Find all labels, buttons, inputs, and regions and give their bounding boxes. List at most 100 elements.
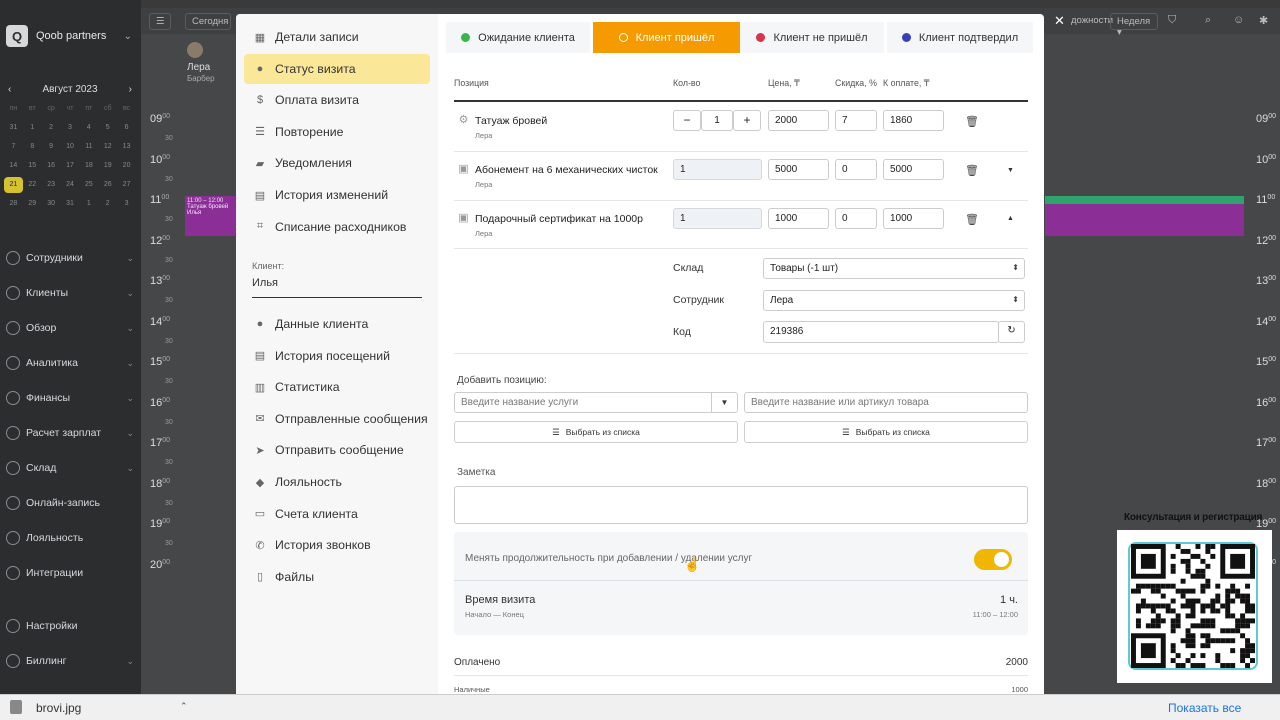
sidebar-item[interactable]: Интеграции <box>6 563 134 583</box>
calendar-day[interactable]: 15 <box>23 158 42 174</box>
sidebar-item[interactable]: Клиенты ⌄ <box>6 283 134 303</box>
status-tab[interactable]: Клиент пришёл <box>593 22 740 53</box>
modal-nav-item[interactable]: ◆ Лояльность <box>244 467 430 497</box>
calendar-day[interactable]: 3 <box>61 120 80 136</box>
calendar-day[interactable]: 4 <box>79 120 98 136</box>
modal-nav-item[interactable]: ▤ История изменений <box>244 180 430 210</box>
discount-input[interactable]: 7 <box>835 110 877 131</box>
menu-icon[interactable]: ☰ <box>149 13 171 30</box>
calendar-day[interactable]: 23 <box>42 177 61 193</box>
event-bar-purple[interactable] <box>1045 204 1244 236</box>
sidebar-item[interactable]: Лояльность <box>6 528 134 548</box>
total-input[interactable]: 1000 <box>883 208 944 229</box>
total-input[interactable]: 5000 <box>883 159 944 180</box>
calendar-day[interactable]: 12 <box>98 139 117 155</box>
view-select[interactable]: Неделя ▾ <box>1110 13 1158 38</box>
show-all-downloads-link[interactable]: Показать все <box>1168 701 1241 715</box>
sidebar-item[interactable]: Настройки <box>6 616 134 636</box>
calendar-day[interactable]: 31 <box>4 120 23 136</box>
calendar-day[interactable]: 1 <box>79 196 98 212</box>
collapse-icon[interactable]: ▲ <box>1007 215 1014 222</box>
qty-input[interactable]: 1 <box>673 208 762 229</box>
calendar-day[interactable]: 17 <box>61 158 80 174</box>
service-search-input[interactable]: Введите название услуги ▼ <box>454 392 738 413</box>
product-search-input[interactable]: Введите название или артикул товара <box>744 392 1028 413</box>
today-button[interactable]: Сегодня <box>185 13 231 30</box>
discount-input[interactable]: 0 <box>835 208 877 229</box>
sidebar-item[interactable]: Биллинг ⌄ <box>6 651 134 671</box>
calendar-day[interactable]: 20 <box>117 158 136 174</box>
warehouse-select[interactable]: Товары (-1 шт) ⬍ <box>763 258 1025 279</box>
modal-nav-item[interactable]: ➤ Отправить сообщение <box>244 435 430 465</box>
calendar-day[interactable]: 8 <box>23 139 42 155</box>
sidebar-item[interactable]: Онлайн-запись <box>6 493 134 513</box>
calendar-day[interactable]: 22 <box>23 177 42 193</box>
qty-plus-button[interactable]: + <box>733 110 761 131</box>
employee-select[interactable]: Лера ⬍ <box>763 290 1025 311</box>
discount-input[interactable]: 0 <box>835 159 877 180</box>
sidebar-item[interactable]: Склад ⌄ <box>6 458 134 478</box>
modal-nav-item[interactable]: ✆ История звонков <box>244 530 430 560</box>
download-filename[interactable]: brovi.jpg <box>36 701 81 715</box>
modal-nav-item[interactable]: ▦ Детали записи <box>244 22 430 52</box>
modal-nav-item[interactable]: ▤ История посещений <box>244 341 430 371</box>
next-month-icon[interactable]: › <box>129 84 132 95</box>
modal-nav-item[interactable]: $ Оплата визита <box>244 85 430 115</box>
calendar-day[interactable]: 27 <box>117 177 136 193</box>
calendar-day[interactable]: 31 <box>61 196 80 212</box>
status-tab[interactable]: Клиент не пришёл <box>740 22 884 53</box>
sidebar-item[interactable]: Обзор ⌄ <box>6 318 134 338</box>
total-input[interactable]: 1860 <box>883 110 944 131</box>
qr-code[interactable] <box>1128 542 1258 670</box>
price-input[interactable]: 5000 <box>768 159 829 180</box>
qty-input[interactable]: 1 <box>701 110 733 131</box>
note-textarea[interactable] <box>454 486 1028 524</box>
calendar-day[interactable]: 28 <box>4 196 23 212</box>
chevron-up-icon[interactable]: ⌃ <box>180 701 188 712</box>
trash-icon[interactable]: 🗑 <box>965 115 979 128</box>
calendar-day[interactable]: 25 <box>79 177 98 193</box>
price-input[interactable]: 1000 <box>768 208 829 229</box>
expand-icon[interactable]: ▼ <box>1007 167 1014 174</box>
calendar-day[interactable]: 11 <box>79 139 98 155</box>
modal-nav-item[interactable]: ☰ Повторение <box>244 117 430 147</box>
dropdown-icon[interactable]: ▼ <box>711 393 737 412</box>
refresh-icon[interactable]: ↻ <box>998 321 1025 343</box>
calendar-day[interactable]: 7 <box>4 139 23 155</box>
price-input[interactable]: 2000 <box>768 110 829 131</box>
filter-icon[interactable]: ⛉ <box>1168 14 1176 27</box>
calendar-day[interactable]: 2 <box>98 196 117 212</box>
sidebar-item[interactable]: Сотрудники ⌄ <box>6 248 134 268</box>
modal-nav-item[interactable]: ● Статус визита <box>244 53 430 84</box>
qty-input[interactable]: 1 <box>673 159 762 180</box>
pick-product-button[interactable]: ☰ Выбрать из списка <box>744 421 1028 443</box>
brand-selector[interactable]: Q Qoob partners ⌄ <box>6 24 132 48</box>
calendar-day[interactable]: 30 <box>42 196 61 212</box>
calendar-day[interactable]: 3 <box>117 196 136 212</box>
calendar-day[interactable]: 10 <box>61 139 80 155</box>
calendar-day[interactable]: 6 <box>117 120 136 136</box>
sidebar-item[interactable]: Финансы ⌄ <box>6 388 134 408</box>
calendar-day[interactable]: 26 <box>98 177 117 193</box>
modal-nav-item[interactable]: ▭ Счета клиента <box>244 499 430 529</box>
sidebar-item[interactable]: Аналитика ⌄ <box>6 353 134 373</box>
trash-icon[interactable]: 🗑 <box>965 213 979 226</box>
calendar-day[interactable]: 19 <box>98 158 117 174</box>
client-field[interactable]: Илья <box>252 277 422 298</box>
calendar-day[interactable]: 18 <box>79 158 98 174</box>
calendar-day[interactable]: 1 <box>23 120 42 136</box>
settings-icon[interactable]: ✱ <box>1259 14 1268 27</box>
status-tab[interactable]: Клиент подтвердил <box>887 22 1033 53</box>
modal-nav-item[interactable]: ▥ Статистика <box>244 372 430 402</box>
modal-nav-item[interactable]: ● Данные клиента <box>244 309 430 339</box>
modal-nav-item[interactable]: ▯ Файлы <box>244 562 430 592</box>
calendar-day[interactable]: 16 <box>42 158 61 174</box>
calendar-event[interactable]: 11:00 – 12:00 Татуаж бровей Илья <box>185 196 237 236</box>
sidebar-item[interactable]: Расчет зарплат ⌄ <box>6 423 134 443</box>
calendar-day[interactable]: 29 <box>23 196 42 212</box>
close-modal-icon[interactable]: ✕ <box>1054 13 1065 29</box>
code-input[interactable]: 219386 <box>763 321 999 343</box>
calendar-day[interactable]: 24 <box>61 177 80 193</box>
search-icon[interactable]: ⌕ <box>1205 14 1211 27</box>
prev-month-icon[interactable]: ‹ <box>8 84 11 95</box>
